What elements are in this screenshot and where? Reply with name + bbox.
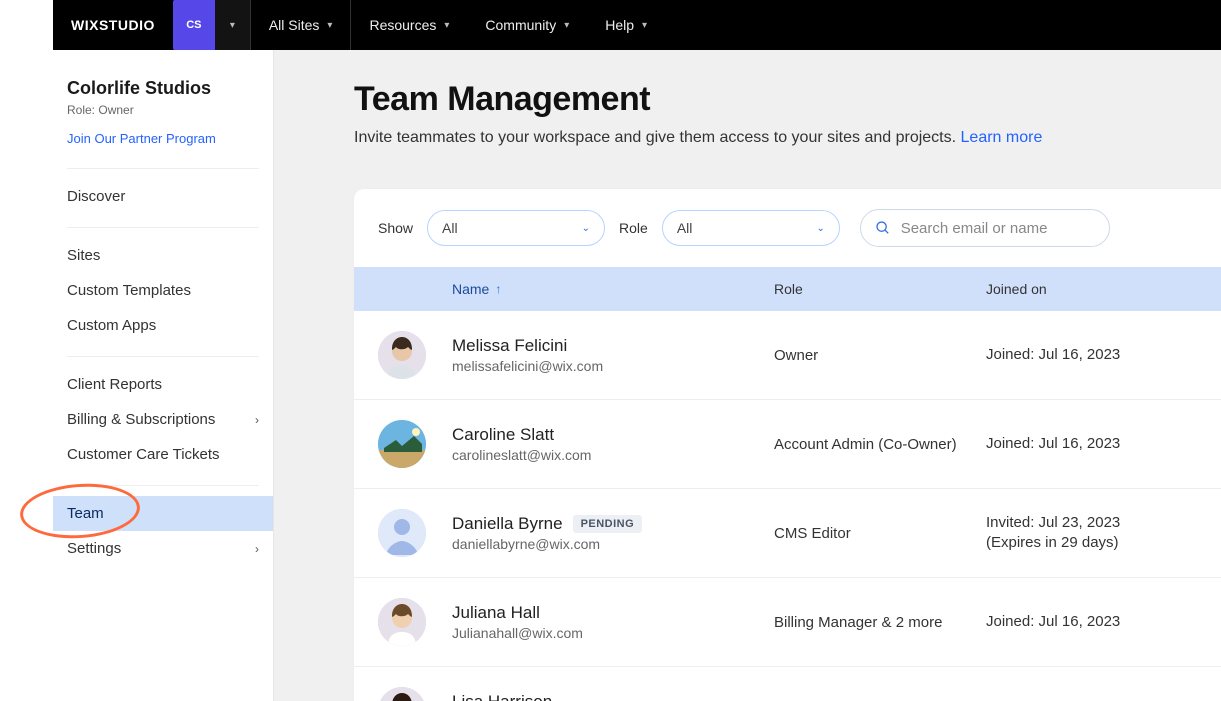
user-name: Lisa Harrison xyxy=(452,692,552,701)
topbar-item-all-sites[interactable]: All Sites ▾ xyxy=(251,0,352,50)
table-row[interactable]: Melissa Felicini melissafelicini@wix.comO… xyxy=(354,311,1221,400)
column-joined[interactable]: Joined on xyxy=(986,281,1198,297)
chevron-right-icon: › xyxy=(255,542,259,556)
sort-asc-icon: ↑ xyxy=(495,282,501,296)
user-joined: Invited: Jul 23, 2023(Expires in 29 days… xyxy=(986,513,1198,554)
sidebar-item-label: Sites xyxy=(67,247,100,264)
sidebar: Colorlife Studios Role: Owner Join Our P… xyxy=(53,50,274,701)
chevron-down-icon: ▾ xyxy=(564,20,569,31)
topbar-item-label: Help xyxy=(605,17,634,33)
topbar-item-help[interactable]: Help ▾ xyxy=(587,0,665,50)
workspace-name: Colorlife Studios xyxy=(53,78,273,99)
chevron-down-icon: ⌄ xyxy=(816,223,824,234)
name-cell: Caroline Slatt carolineslatt@wix.com xyxy=(452,425,774,463)
sidebar-item-custom-apps[interactable]: Custom Apps xyxy=(53,308,273,343)
name-cell: Daniella Byrne PENDING daniellabyrne@wix.c… xyxy=(452,514,774,552)
chevron-down-icon: ▾ xyxy=(327,20,332,31)
chevron-right-icon: › xyxy=(255,413,259,427)
topbar: WIXSTUDIO CS ▾ All Sites▾Resources▾Commu… xyxy=(53,0,1221,50)
sidebar-item-label: Settings xyxy=(67,540,121,557)
table-row[interactable]: Lisa Harrisonlisaharrison@wix.comWebsite… xyxy=(354,667,1221,701)
sidebar-item-label: Customer Care Tickets xyxy=(67,446,220,463)
column-role[interactable]: Role xyxy=(774,281,986,297)
workspace-role: Role: Owner xyxy=(53,99,273,117)
user-name: Daniella Byrne xyxy=(452,514,563,534)
content: Team Management Invite teammates to your… xyxy=(274,50,1221,701)
sidebar-item-label: Client Reports xyxy=(67,376,162,393)
topbar-item-resources[interactable]: Resources ▾ xyxy=(351,0,467,50)
table-header: Name ↑ Role Joined on xyxy=(354,267,1221,311)
avatar xyxy=(378,420,426,468)
team-card: Show All ⌄ Role All ⌄ xyxy=(354,189,1221,701)
sidebar-item-client-reports[interactable]: Client Reports xyxy=(53,367,273,402)
user-joined: Joined: Jul 16, 2023 xyxy=(986,434,1198,454)
search-input[interactable] xyxy=(901,220,1095,237)
chevron-down-icon: ⌄ xyxy=(582,223,590,234)
name-cell: Melissa Felicini melissafelicini@wix.com xyxy=(452,336,774,374)
user-email: Julianahall@wix.com xyxy=(452,625,774,641)
search-icon xyxy=(875,219,891,237)
filter-role-label: Role xyxy=(619,220,648,236)
search-box[interactable] xyxy=(860,209,1110,247)
sidebar-item-settings[interactable]: Settings › xyxy=(53,531,273,566)
workspace-badge[interactable]: CS xyxy=(173,0,215,50)
avatar xyxy=(378,598,426,646)
sidebar-item-sites[interactable]: Sites xyxy=(53,238,273,273)
user-role: Billing Manager & 2 more xyxy=(774,614,986,631)
avatar xyxy=(378,331,426,379)
logo[interactable]: WIXSTUDIO xyxy=(53,17,173,33)
user-role: Owner xyxy=(774,347,986,364)
filter-role-select[interactable]: All ⌄ xyxy=(662,210,840,246)
workspace-switcher[interactable]: ▾ xyxy=(215,0,251,50)
table-row[interactable]: Juliana Hall Julianahall@wix.comBilling M… xyxy=(354,578,1221,667)
page-title: Team Management xyxy=(354,80,1221,119)
user-name: Melissa Felicini xyxy=(452,336,567,356)
sidebar-item-care-tickets[interactable]: Customer Care Tickets xyxy=(53,437,273,472)
sidebar-item-custom-templates[interactable]: Custom Templates xyxy=(53,273,273,308)
partner-program-link[interactable]: Join Our Partner Program xyxy=(53,117,273,146)
filter-show-label: Show xyxy=(378,220,413,236)
topbar-item-community[interactable]: Community ▾ xyxy=(467,0,587,50)
user-name: Juliana Hall xyxy=(452,603,540,623)
avatar xyxy=(378,687,426,701)
table-row[interactable]: Caroline Slatt carolineslatt@wix.comAccou… xyxy=(354,400,1221,489)
name-cell: Juliana Hall Julianahall@wix.com xyxy=(452,603,774,641)
user-role: CMS Editor xyxy=(774,525,986,542)
chevron-down-icon: ▾ xyxy=(642,20,647,31)
pending-badge: PENDING xyxy=(573,515,643,533)
sidebar-item-discover[interactable]: Discover xyxy=(53,179,273,214)
sidebar-item-label: Discover xyxy=(67,188,125,205)
name-cell: Lisa Harrisonlisaharrison@wix.com xyxy=(452,692,774,701)
user-role: Account Admin (Co-Owner) xyxy=(774,436,986,453)
topbar-item-label: All Sites xyxy=(269,17,320,33)
avatar xyxy=(378,509,426,557)
table-row[interactable]: Daniella Byrne PENDING daniellabyrne@wix.c… xyxy=(354,489,1221,578)
sidebar-item-label: Custom Templates xyxy=(67,282,191,299)
topbar-item-label: Community xyxy=(485,17,556,33)
chevron-down-icon: ▾ xyxy=(444,20,449,31)
chevron-down-icon: ▾ xyxy=(230,20,235,31)
sidebar-item-label: Billing & Subscriptions xyxy=(67,411,215,428)
learn-more-link[interactable]: Learn more xyxy=(961,129,1043,146)
column-name[interactable]: Name ↑ xyxy=(452,281,774,297)
sidebar-item-billing[interactable]: Billing & Subscriptions › xyxy=(53,402,273,437)
user-joined: Joined: Jul 16, 2023 xyxy=(986,612,1198,632)
user-email: melissafelicini@wix.com xyxy=(452,358,774,374)
sidebar-item-label: Custom Apps xyxy=(67,317,156,334)
page-subtitle: Invite teammates to your workspace and g… xyxy=(354,129,1221,147)
user-joined: Joined: Jul 16, 2023 xyxy=(986,345,1198,365)
user-email: carolineslatt@wix.com xyxy=(452,447,774,463)
sidebar-item-label: Team xyxy=(67,505,104,522)
user-email: daniellabyrne@wix.com xyxy=(452,536,774,552)
user-name: Caroline Slatt xyxy=(452,425,554,445)
sidebar-item-team[interactable]: Team xyxy=(53,496,273,531)
filter-show-select[interactable]: All ⌄ xyxy=(427,210,605,246)
topbar-item-label: Resources xyxy=(369,17,436,33)
